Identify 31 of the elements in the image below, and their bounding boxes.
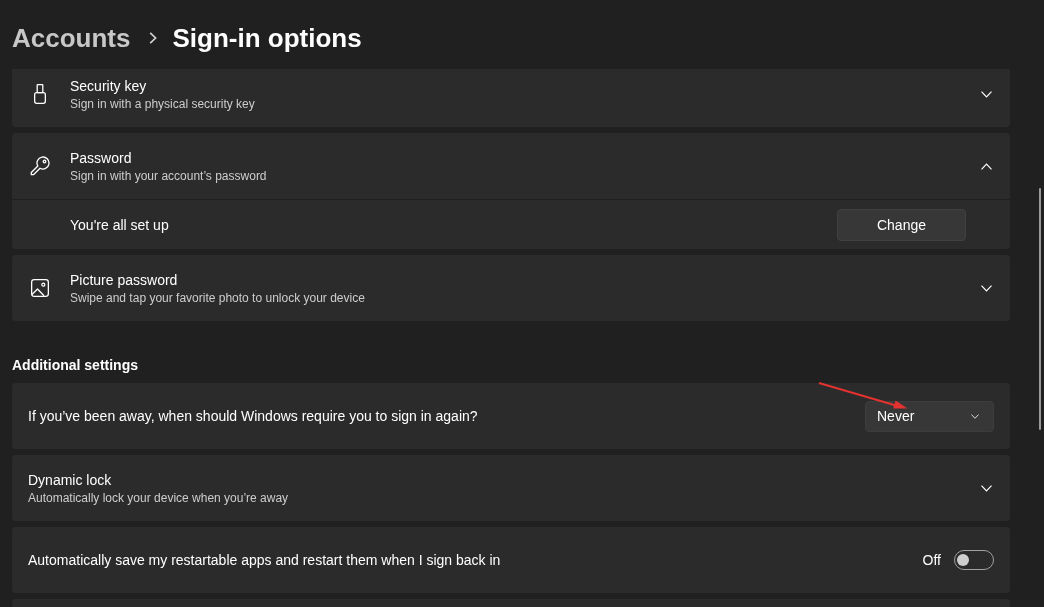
setting-title: Security key — [70, 77, 147, 96]
status-text: You're all set up — [70, 216, 169, 233]
chevron-down-icon — [971, 413, 979, 419]
settings-card[interactable]: Picture password Swipe and tap your favorite photo to unlock your device — [12, 255, 1010, 321]
setting-label: If you’ve been away, when should Windows require you to sign in again? — [28, 407, 478, 426]
setting-label: Automatically save my restartable apps and restart them when I sign back in — [28, 551, 501, 570]
image-icon — [31, 279, 49, 297]
chevron-down-icon[interactable] — [981, 284, 992, 292]
settings-card[interactable]: Security key Sign in with a physical security key — [12, 69, 1010, 127]
breadcrumb-link[interactable]: Accounts — [12, 21, 131, 55]
dropdown[interactable]: Never — [865, 400, 994, 432]
chevron-down-icon[interactable] — [981, 90, 992, 98]
chevron-down-icon[interactable] — [981, 484, 992, 492]
change-button[interactable]: Change — [837, 208, 966, 241]
usb-key-icon — [34, 84, 46, 104]
setting-description: Automatically lock your device when you’re away — [28, 490, 289, 506]
setting-description: Swipe and tap your favorite photo to unlock your device — [70, 290, 365, 306]
setting-title: Picture password — [70, 271, 178, 290]
setting-title: Password — [70, 149, 132, 168]
setting-description: Sign in with a physical security key — [70, 96, 255, 112]
settings-card[interactable]: Password Sign in with your account’s password You're all set up Change — [12, 133, 1010, 249]
scrollbar-thumb[interactable] — [1039, 188, 1041, 430]
setting-description: Sign in with your account’s password — [70, 168, 267, 184]
settings-card[interactable]: Dynamic lock Automatically lock your device when you’re away — [12, 455, 1010, 521]
setting-title: Dynamic lock — [28, 471, 112, 490]
chevron-right-icon — [149, 32, 158, 44]
page-title: Sign-in options — [172, 22, 362, 55]
toggle-state-label: Off — [922, 552, 941, 568]
key-icon — [30, 156, 50, 176]
section-heading: Additional settings — [12, 357, 138, 373]
chevron-up-icon[interactable] — [981, 162, 992, 170]
